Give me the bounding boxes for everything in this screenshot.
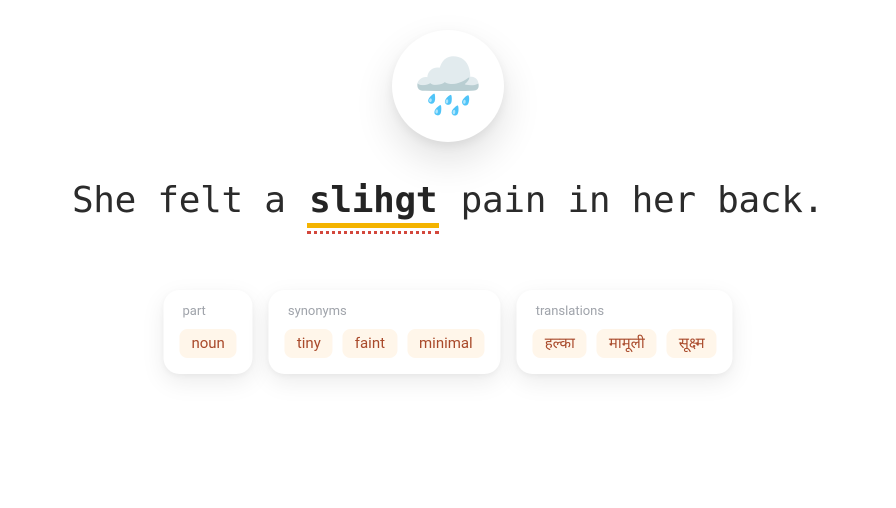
- example-sentence: She felt a slihgt pain in her back.: [0, 180, 896, 228]
- info-cards-row: part noun synonyms tiny faint minimal tr…: [163, 290, 732, 374]
- translations-card-label: translations: [533, 304, 717, 319]
- part-card: part noun: [163, 290, 252, 374]
- sentence-before: She felt a: [72, 180, 307, 221]
- synonym-chip[interactable]: faint: [343, 329, 397, 358]
- part-chip[interactable]: noun: [179, 329, 236, 358]
- translation-chip[interactable]: हल्का: [533, 329, 587, 358]
- synonyms-chips: tiny faint minimal: [285, 329, 485, 358]
- translation-chip[interactable]: मामूली: [597, 329, 657, 358]
- synonym-chip[interactable]: tiny: [285, 329, 333, 358]
- header-icon-circle: 🌧️: [392, 30, 504, 142]
- synonym-chip[interactable]: minimal: [407, 329, 485, 358]
- synonyms-card: synonyms tiny faint minimal: [269, 290, 501, 374]
- rain-cloud-icon: 🌧️: [413, 58, 483, 114]
- part-chips: noun: [179, 329, 236, 358]
- translation-chip[interactable]: सूक्ष्म: [667, 329, 717, 358]
- sentence-after: pain in her back.: [439, 180, 824, 221]
- translations-chips: हल्का मामूली सूक्ष्म: [533, 329, 717, 358]
- part-card-label: part: [179, 304, 236, 319]
- highlighted-word[interactable]: slihgt: [307, 180, 439, 228]
- stage: 🌧️ She felt a slihgt pain in her back. p…: [0, 0, 896, 508]
- synonyms-card-label: synonyms: [285, 304, 485, 319]
- translations-card: translations हल्का मामूली सूक्ष्म: [517, 290, 733, 374]
